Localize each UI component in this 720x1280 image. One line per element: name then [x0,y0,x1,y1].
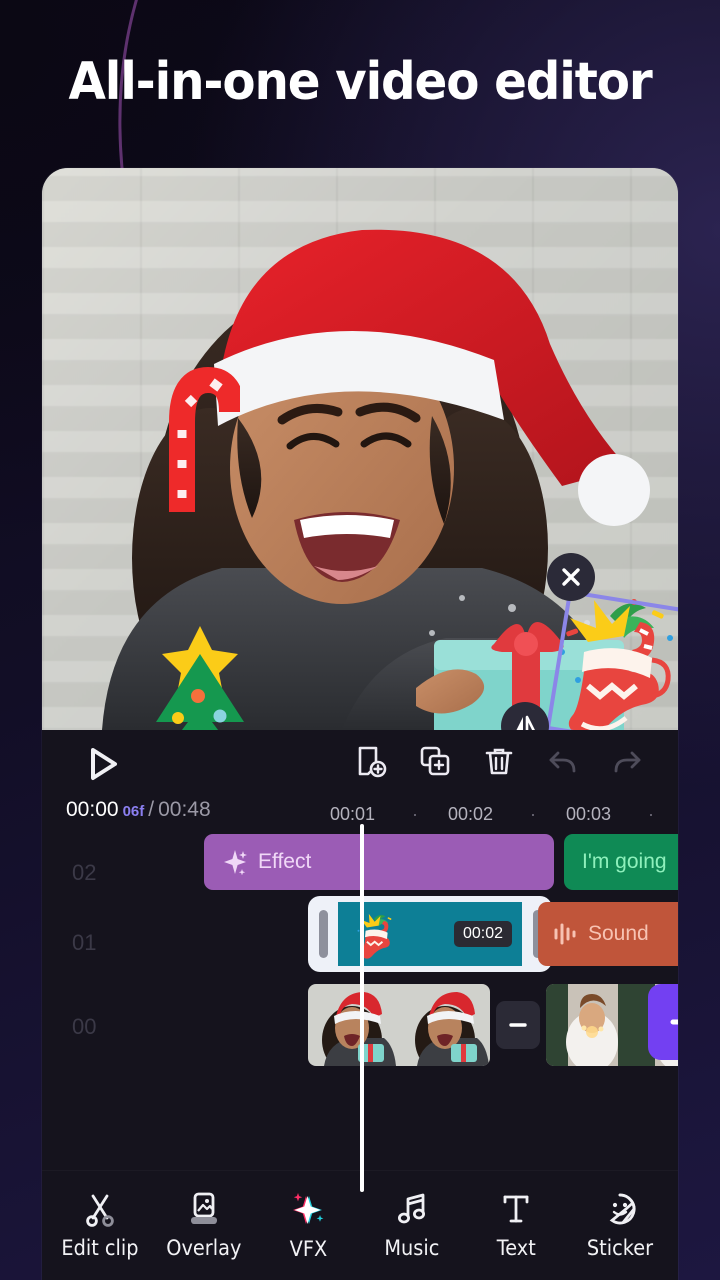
ruler-dot-3: · [648,803,654,824]
flip-icon [516,715,535,730]
trim-handle-left[interactable] [308,902,338,966]
clip-duration-badge: 00:02 [453,921,512,947]
ruler-tick-3: 00:03 [566,803,612,824]
duplicate-icon [420,746,450,776]
sticker-clip-body[interactable]: 00:02 [338,902,522,966]
christmas-tree-sticker[interactable] [94,618,306,730]
timeline-ruler[interactable]: 00:01 · 00:02 · 00:03 · [312,800,678,828]
toolbar-actions [354,744,644,778]
nav-overlay[interactable]: Overlay [156,1191,252,1260]
delete-button[interactable] [482,744,516,778]
text-clip[interactable]: I'm going [564,834,678,890]
play-icon [91,748,117,780]
sticker-delete-handle[interactable] [547,553,595,601]
track-label-02: 02 [72,860,97,885]
transition-minus-icon [509,1023,527,1027]
vfx-sparkle-icon [293,1193,324,1224]
add-media-button[interactable] [648,984,678,1060]
video-thumbnail [545,984,637,1066]
text-clip-label: I'm going [582,850,667,873]
text-t-icon [503,1195,529,1223]
sound-clip[interactable]: Sound [538,902,678,966]
play-button[interactable] [80,742,124,791]
video-track[interactable] [308,982,678,1068]
current-frames: 06f [122,803,145,820]
undo-button[interactable] [546,744,580,778]
redo-button[interactable] [610,744,644,778]
undo-icon [549,751,576,773]
ruler-tick-1: 00:01 [330,803,376,824]
nav-label: VFX [289,1237,327,1261]
close-icon [562,568,580,586]
nav-vfx[interactable]: VFX [260,1190,356,1261]
ruler-dot-1: · [412,803,418,824]
track-label-01: 01 [72,930,97,955]
video-thumbnail [399,984,491,1066]
timeline-tracks: 02 Effect I'm going 01 00:02 Sound 00 [42,834,678,1174]
video-preview[interactable] [42,168,678,730]
scissors-icon [86,1194,114,1227]
nav-text[interactable]: Text [468,1191,564,1260]
current-time: 00:00 [66,798,119,821]
music-note-icon [398,1193,425,1224]
track-label-00: 00 [72,1014,97,1039]
plus-icon [670,1019,678,1025]
video-thumbnail [308,984,400,1066]
bottom-navigation: Edit clip Overlay VFX Music Text Sticker [42,1170,678,1280]
time-row: 00:00 06f / 00:48 00:01 · 00:02 · 00:03 … [42,794,678,834]
page-title: All-in-one video editor [68,52,652,112]
sound-clip-label: Sound [588,922,649,945]
redo-icon [614,751,641,773]
trash-icon [485,748,513,775]
waveform-icon [554,923,576,945]
nav-label: Edit clip [61,1236,139,1260]
add-keyframe-button[interactable] [354,744,388,778]
editor-toolbar [42,730,678,794]
ruler-tick-2: 00:02 [448,803,494,824]
candy-cane-sticker[interactable] [152,364,240,514]
time-separator: / [148,798,155,821]
nav-label: Sticker [586,1236,654,1260]
nav-label: Overlay [166,1236,242,1260]
add-keyframe-icon [358,746,387,778]
nav-label: Text [496,1236,536,1260]
sticker-clip-selected[interactable]: 00:02 [308,896,552,972]
timecode-display: 00:00 06f / 00:48 [66,798,211,822]
nav-edit-clip[interactable]: Edit clip [52,1191,148,1260]
sparkle-icon [224,850,247,875]
duplicate-button[interactable] [418,744,452,778]
ruler-dot-2: · [530,803,536,824]
nav-label: Music [384,1236,440,1260]
transition-button[interactable] [496,1001,540,1049]
nav-sticker[interactable]: Sticker [572,1191,668,1260]
sticker-face-icon [609,1193,636,1225]
nav-music[interactable]: Music [364,1191,460,1260]
effect-clip[interactable]: Effect [204,834,554,890]
overlay-icon [191,1192,217,1224]
total-duration: 00:48 [158,798,211,821]
sticker-clip-thumbnail [357,913,392,959]
video-clip-1[interactable] [308,984,491,1066]
effect-clip-label: Effect [258,850,312,873]
phone-mockup: 00:00 06f / 00:48 00:01 · 00:02 · 00:03 … [42,168,678,1280]
